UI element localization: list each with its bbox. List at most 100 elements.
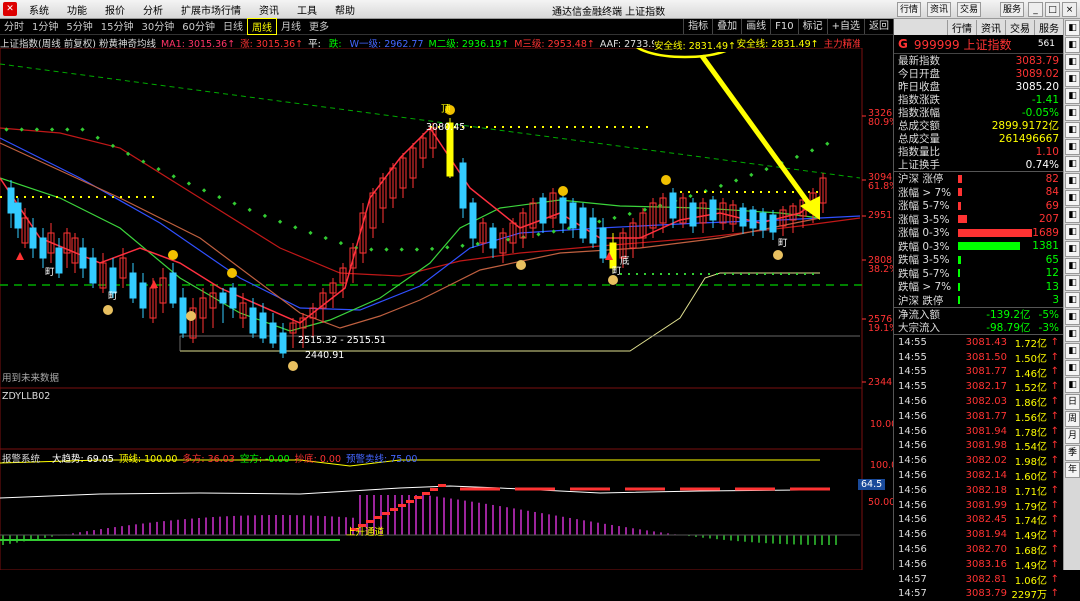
tick-row: 14:56 3081.94 1.49亿 ↑ <box>894 527 1063 542</box>
quote-value: -0.05% <box>1021 106 1059 119</box>
tick-price: 3082.70 <box>965 544 1007 556</box>
period-tab[interactable]: 60分钟 <box>178 18 219 35</box>
window-control-button[interactable]: 交易 <box>957 2 981 17</box>
menu-item[interactable]: 分析 <box>134 2 172 17</box>
level-dot <box>478 126 480 128</box>
level-dot <box>688 191 690 193</box>
chart-tool-button[interactable]: 返回 <box>864 19 893 34</box>
ma-dot <box>718 183 724 189</box>
breadth-row: 跌幅 3-5% 65 <box>894 253 1063 267</box>
side-tool-icon[interactable]: ◧ <box>1065 54 1080 70</box>
period-tab[interactable]: 月线 <box>277 18 305 35</box>
level-dot <box>812 273 814 275</box>
period-tab[interactable]: 15分钟 <box>97 18 138 35</box>
min-icon[interactable]: _ <box>1028 2 1043 17</box>
candle-body <box>229 287 237 309</box>
side-tool-icon[interactable]: ◧ <box>1065 139 1080 155</box>
ma-dot <box>201 188 207 193</box>
side-tool-icon[interactable]: ◧ <box>1065 122 1080 138</box>
level-dot <box>534 126 536 128</box>
top-label: 顶 <box>441 104 451 115</box>
breadth-row: 涨幅 0-3% 1689 <box>894 226 1063 240</box>
side-tool-icon[interactable]: ◧ <box>1065 173 1080 189</box>
quote-tab[interactable]: 交易 <box>1005 19 1034 35</box>
side-tool-icon[interactable]: ◧ <box>1065 326 1080 342</box>
level-dot <box>720 191 722 193</box>
ma-dot <box>399 247 404 252</box>
close-icon[interactable]: × <box>1062 2 1077 17</box>
chart-tool-button[interactable]: 画线 <box>741 19 770 34</box>
chart-tool-button[interactable]: 叠加 <box>712 19 741 34</box>
breadth-value: 82 <box>1045 172 1059 185</box>
tick-arrow: ↑ <box>1050 366 1059 378</box>
max-icon[interactable]: □ <box>1045 2 1060 17</box>
side-tool-icon[interactable]: ◧ <box>1065 360 1080 376</box>
side-tool-icon[interactable]: ◧ <box>1065 258 1080 274</box>
menu-item[interactable]: 报价 <box>96 2 134 17</box>
smiley-icon <box>661 175 671 185</box>
side-tool-icon[interactable]: ◧ <box>1065 37 1080 53</box>
tick-price: 3083.79 <box>965 588 1007 600</box>
chart-tool-button[interactable]: +自选 <box>826 19 864 34</box>
side-tool-icon[interactable]: ◧ <box>1065 156 1080 172</box>
tick-time: 14:56 <box>898 396 927 408</box>
side-tool-icon[interactable]: ◧ <box>1065 20 1080 36</box>
menu-item[interactable]: 帮助 <box>326 2 364 17</box>
period-tab[interactable]: 1分钟 <box>28 18 62 35</box>
channel-segment <box>430 488 438 491</box>
quote-tab[interactable]: 资讯 <box>976 19 1005 35</box>
menu-item[interactable]: 资讯 <box>250 2 288 17</box>
side-tool-icon[interactable]: ◧ <box>1065 190 1080 206</box>
side-period-tab[interactable]: 周 <box>1065 411 1080 427</box>
indicator2-pane-border <box>0 448 863 571</box>
side-tool-icon[interactable]: ◧ <box>1065 105 1080 121</box>
breadth-bar <box>958 282 960 291</box>
window-control-button[interactable]: 服务 <box>1000 2 1024 17</box>
side-period-tab[interactable]: 季 <box>1065 445 1080 461</box>
menu-item[interactable]: 扩展市场行情 <box>172 2 250 17</box>
window-control-button[interactable]: 资讯 <box>927 2 951 17</box>
chart-tool-button[interactable]: 标记 <box>797 19 827 34</box>
level-dot <box>88 196 90 198</box>
period-tab[interactable]: 分时 <box>0 18 28 35</box>
tick-time: 14:56 <box>898 425 927 437</box>
side-tool-icon[interactable]: ◧ <box>1065 224 1080 240</box>
tick-time: 14:55 <box>898 381 927 393</box>
period-tab[interactable]: 日线 <box>219 18 247 35</box>
tick-row: 14:56 3081.77 1.56亿 ↑ <box>894 409 1063 424</box>
tick-price: 3082.02 <box>965 455 1007 467</box>
tick-volume: 1.49亿 <box>1014 531 1047 543</box>
window-control-button[interactable]: 行情 <box>897 2 921 17</box>
chart-tool-button[interactable]: 指标 <box>683 19 712 34</box>
period-tab[interactable]: 周线 <box>246 18 277 35</box>
side-period-tab[interactable]: 月 <box>1065 428 1080 444</box>
channel-segment <box>398 504 406 507</box>
side-tool-icon[interactable]: ◧ <box>1065 292 1080 308</box>
chart-area[interactable]: 用到未来数据 ZDYLLB02 10.00 报警系统 大趋势: 69.05 顶线:… <box>0 23 898 571</box>
level-dot <box>16 196 18 198</box>
legend-item: 主力精准线: 2931.50↑ <box>823 39 860 48</box>
side-tool-icon[interactable]: ◧ <box>1065 71 1080 87</box>
ma-dot <box>445 245 450 250</box>
chart-tool-button[interactable]: F10 <box>770 19 797 34</box>
period-tab[interactable]: 30分钟 <box>137 18 178 35</box>
menu-item[interactable]: 功能 <box>58 2 96 17</box>
side-period-tab[interactable]: 日 <box>1065 394 1080 410</box>
side-tool-icon[interactable]: ◧ <box>1065 309 1080 325</box>
menu-item[interactable]: 系统 <box>20 2 58 17</box>
quote-tab[interactable]: 行情 <box>947 19 976 35</box>
side-tool-icon[interactable]: ◧ <box>1065 377 1080 393</box>
menu-item[interactable]: 工具 <box>288 2 326 17</box>
side-tool-icon[interactable]: ◧ <box>1065 275 1080 291</box>
level-dot <box>566 126 568 128</box>
side-tool-icon[interactable]: ◧ <box>1065 343 1080 359</box>
period-tab[interactable]: 5分钟 <box>62 18 96 35</box>
side-tool-icon[interactable]: ◧ <box>1065 88 1080 104</box>
period-tab[interactable]: 更多 <box>305 18 333 35</box>
low-value: 2440.91 <box>305 350 345 361</box>
side-period-tab[interactable]: 年 <box>1065 462 1080 478</box>
quote-tab[interactable]: 服务 <box>1034 19 1063 35</box>
side-tool-icon[interactable]: ◧ <box>1065 207 1080 223</box>
side-tool-icon[interactable]: ◧ <box>1065 241 1080 257</box>
candle-body <box>89 257 97 284</box>
